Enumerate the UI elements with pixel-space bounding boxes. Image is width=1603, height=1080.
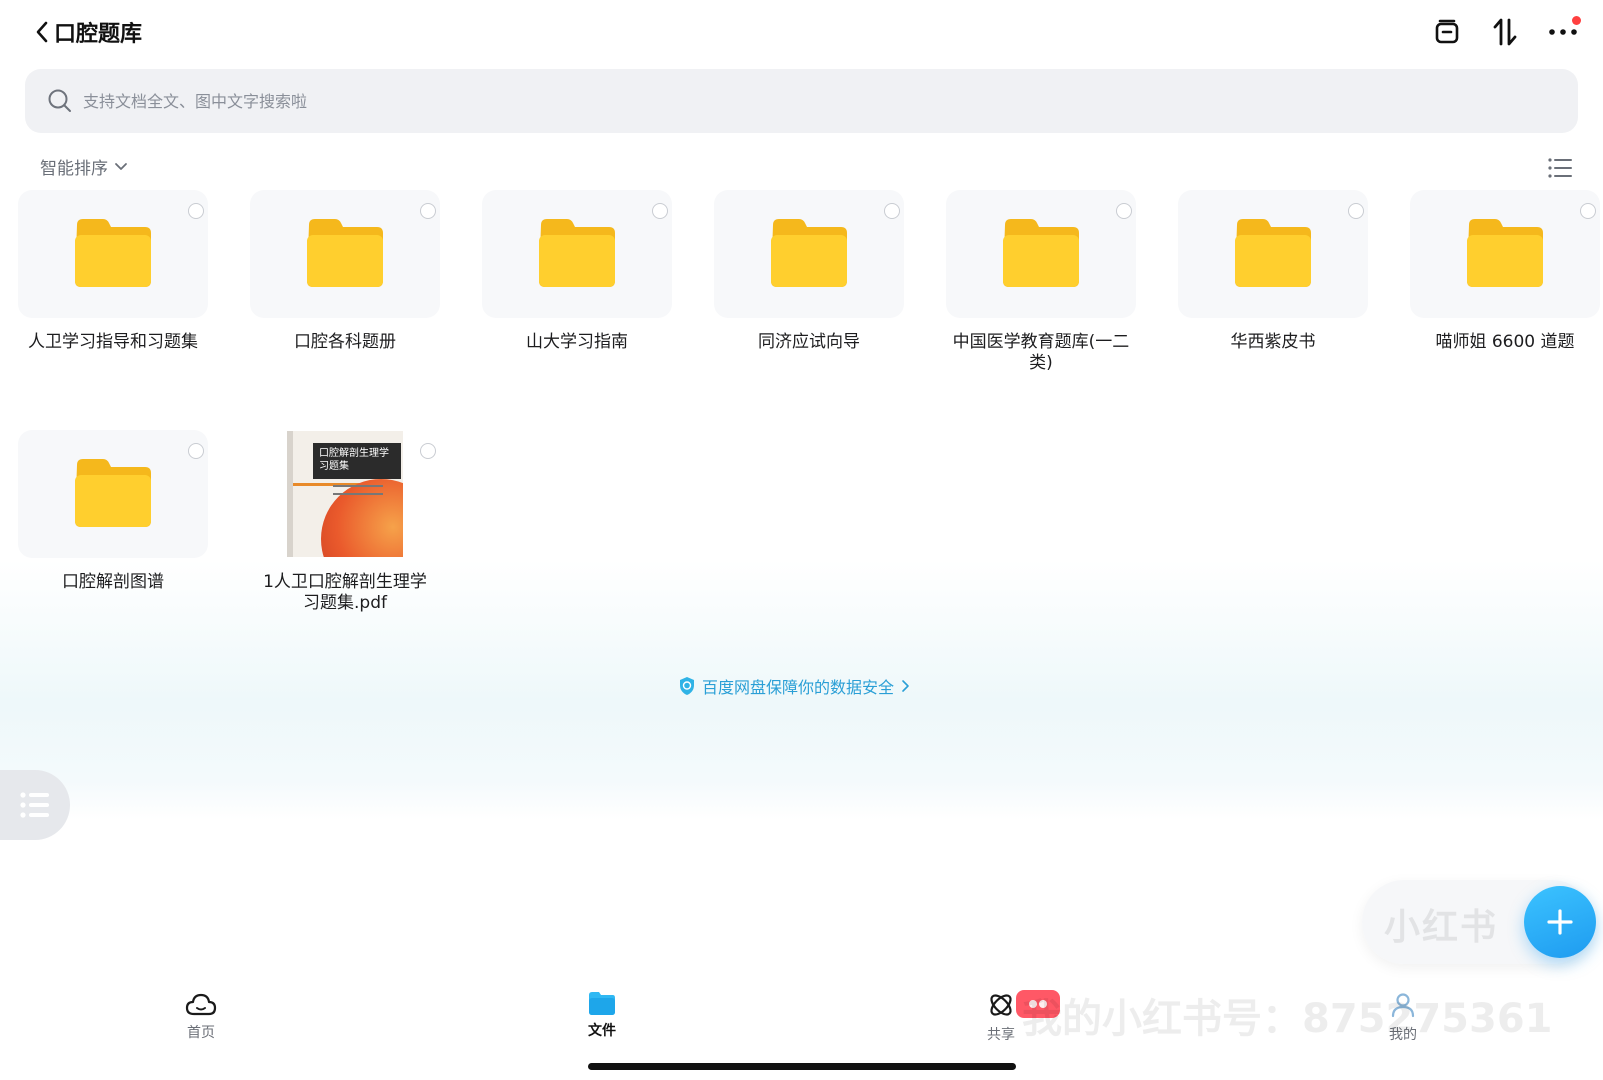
back-button[interactable]: 口腔题库 [34,14,142,50]
select-checkbox[interactable] [1348,203,1364,219]
folder-icon [539,219,615,287]
search-input[interactable] [83,91,1483,111]
sort-button[interactable] [1489,14,1521,50]
cloud-icon [185,993,217,1016]
top-bar: 口腔题库 [0,0,1603,64]
file-name: 华西紫皮书 [1230,332,1316,352]
folder-thumb [482,190,672,318]
sort-dropdown[interactable]: 智能排序 [40,154,128,179]
chevron-right-icon [902,680,909,692]
folder-icon [1003,219,1079,287]
tab-home[interactable]: 首页 [141,990,261,1042]
select-checkbox[interactable] [1116,203,1132,219]
folder-icon [1467,219,1543,287]
file-name: 人卫学习指导和习题集 [28,332,198,352]
tab-label: 首页 [187,1025,215,1041]
select-checkbox[interactable] [188,203,204,219]
home-indicator [588,1063,1016,1070]
tab-label: 共享 [987,1027,1015,1043]
profile-icon [1391,993,1415,1018]
brand-watermark: 小红书 [1384,907,1499,948]
chevron-down-icon [115,162,127,170]
folder-thumb [250,190,440,318]
list-view-icon[interactable] [1547,156,1573,180]
more-button[interactable] [1547,14,1581,50]
select-checkbox[interactable] [1580,203,1596,219]
folder-icon [589,992,615,1015]
select-checkbox[interactable] [884,203,900,219]
security-text: 百度网盘保障你的数据安全 [702,678,895,697]
tab-profile[interactable]: 我的 [1343,990,1463,1044]
folder-tile[interactable]: 口腔解剖图谱 [8,430,218,593]
file-name: 1人卫口腔解剖生理学习题集.pdf [263,572,427,613]
file-name: 中国医学教育题库(一二类) [952,332,1130,373]
sort-arrows-icon [1493,18,1517,46]
plus-icon [1547,909,1573,935]
select-checkbox[interactable] [652,203,668,219]
select-checkbox[interactable] [420,203,436,219]
folder-thumb [714,190,904,318]
search-bar[interactable] [25,69,1578,133]
folder-thumb [946,190,1136,318]
file-name: 同济应试向导 [758,332,860,352]
side-menu-handle[interactable] [0,770,70,840]
folder-tile[interactable]: 华西紫皮书 [1168,190,1378,353]
book-cover-title: 口腔解剖生理学习题集 [313,443,401,479]
folder-icon [307,219,383,287]
tab-label: 我的 [1389,1027,1417,1043]
more-icon [1549,29,1577,35]
list-menu-icon [20,792,49,818]
book-cover-image: 口腔解剖生理学习题集 [287,431,403,557]
watermark-badge [1016,990,1060,1018]
folder-tile[interactable]: 中国医学教育题库(一二类) [936,190,1146,374]
tab-label: 文件 [588,1023,616,1039]
folder-tile[interactable]: 喵师姐 6600 道题 [1400,190,1603,353]
file-name: 口腔各科题册 [294,332,396,352]
transfer-box-icon [1435,19,1459,44]
sort-label: 智能排序 [40,159,108,179]
back-chevron-icon [36,21,48,43]
page-title: 口腔题库 [54,22,143,47]
book-author-lines [333,485,383,495]
folder-tile[interactable]: 山大学习指南 [472,190,682,353]
folder-icon [1235,219,1311,287]
select-checkbox[interactable] [188,443,204,459]
share-atom-icon [990,994,1012,1016]
folder-icon [771,219,847,287]
notification-dot [1572,16,1581,25]
search-icon [48,89,71,112]
add-button[interactable] [1524,886,1596,958]
folder-thumb [1410,190,1600,318]
transfer-button[interactable] [1431,14,1463,50]
bottom-tab-bar: 首页 文件 共享 我的 [0,990,1603,1060]
folder-thumb [18,190,208,318]
file-name: 山大学习指南 [526,332,628,352]
folder-icon [75,219,151,287]
pdf-tile[interactable]: 口腔解剖生理学习题集 1人卫口腔解剖生理学习题集.pdf [240,430,450,614]
folder-tile[interactable]: 同济应试向导 [704,190,914,353]
folder-thumb [1178,190,1368,318]
shield-icon [680,677,694,695]
folder-icon [75,459,151,527]
folder-tile[interactable]: 人卫学习指导和习题集 [8,190,218,353]
tab-files[interactable]: 文件 [542,990,662,1040]
folder-thumb [18,430,208,558]
select-checkbox[interactable] [420,443,436,459]
file-name: 喵师姐 6600 道题 [1435,332,1575,352]
folder-tile[interactable]: 口腔各科题册 [240,190,450,353]
file-name: 口腔解剖图谱 [62,572,164,592]
xiaohongshu-logo-icon [1029,1000,1047,1008]
security-link[interactable]: 百度网盘保障你的数据安全 [678,674,910,698]
pdf-thumb: 口腔解剖生理学习题集 [250,430,440,558]
